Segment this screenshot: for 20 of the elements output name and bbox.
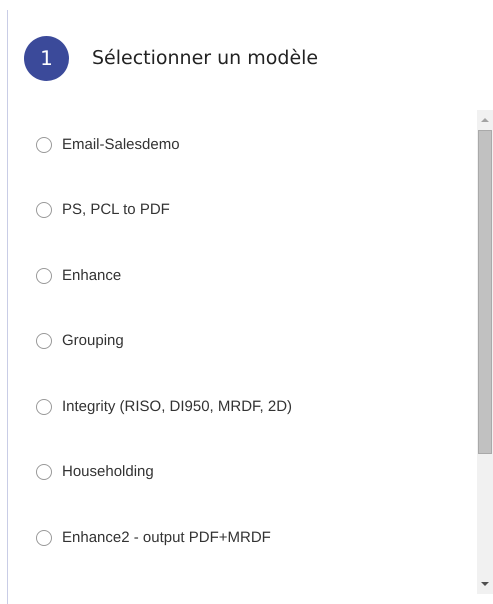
radio-label[interactable]: Householding (62, 463, 154, 482)
section-title: Sélectionner un modèle (92, 47, 318, 69)
radio-button[interactable] (36, 398, 52, 415)
scroll-thumb[interactable] (478, 130, 492, 454)
radio-button[interactable] (36, 137, 52, 153)
radio-button[interactable] (36, 530, 52, 546)
scrollbar[interactable] (477, 110, 493, 594)
scroll-up-icon[interactable] (481, 118, 489, 122)
radio-button[interactable] (36, 333, 52, 350)
scroll-down-icon[interactable] (481, 582, 489, 586)
radio-label[interactable]: Integrity (RISO, DI950, MRDF, 2D) (62, 398, 292, 416)
radio-label[interactable]: Enhance2 - output PDF+MRDF (62, 528, 271, 547)
radio-button[interactable] (36, 268, 52, 284)
radio-label[interactable]: Email-Salesdemo (62, 136, 180, 154)
radio-button[interactable] (36, 464, 52, 480)
step-number-badge: 1 (24, 36, 69, 80)
radio-label[interactable]: Grouping (62, 332, 124, 350)
radio-label[interactable]: PS, PCL to PDF (62, 201, 170, 220)
radio-button[interactable] (36, 202, 52, 218)
radio-label[interactable]: Enhance (62, 266, 122, 285)
